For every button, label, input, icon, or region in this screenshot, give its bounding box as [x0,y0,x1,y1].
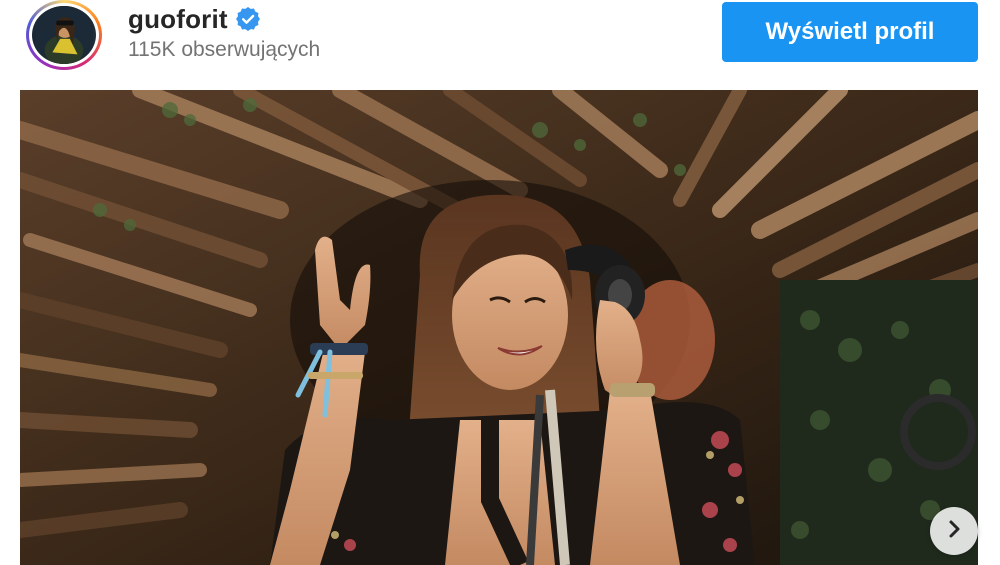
avatar[interactable] [32,6,96,64]
post-photo[interactable] [20,90,978,565]
post-photo-illustration [20,90,978,565]
chevron-right-icon [944,519,964,544]
instagram-embed: guoforit 115K obserwujących Wyświetl pro… [0,0,1000,565]
avatar-image [35,6,93,64]
followers-count: 115K obserwujących [128,38,321,61]
view-profile-button[interactable]: Wyświetl profil [722,2,978,62]
avatar-frame [29,3,99,67]
username-row: guoforit [128,3,260,35]
verified-badge-icon [235,7,260,31]
username[interactable]: guoforit [128,4,228,35]
avatar-story-ring[interactable] [26,0,102,70]
next-photo-button[interactable] [930,507,978,555]
post-header: guoforit 115K obserwujących Wyświetl pro… [0,0,1000,82]
